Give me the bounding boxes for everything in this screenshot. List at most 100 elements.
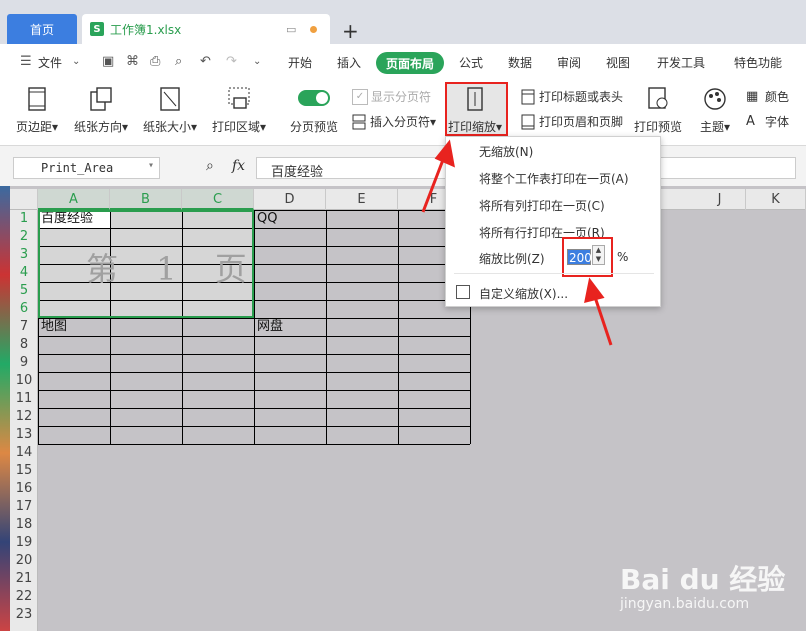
menu-insert[interactable]: 插入 [337,54,361,71]
grid-line [38,390,470,391]
menu-formulas[interactable]: 公式 [459,54,483,71]
row-header[interactable]: 21 [10,570,38,588]
row-header[interactable]: 10 [10,372,38,390]
row-header[interactable]: 5 [10,282,38,300]
column-header-e[interactable]: E [326,189,398,210]
row-header[interactable]: 20 [10,552,38,570]
row-header[interactable]: 23 [10,606,38,624]
select-all-corner[interactable] [10,189,38,210]
print-titles-button[interactable]: 打印标题或表头 [520,88,623,105]
show-page-breaks-label: 显示分页符 [371,90,432,104]
row-header[interactable]: 3 [10,246,38,264]
print-preview-button[interactable]: 打印预览 [634,86,682,135]
name-box[interactable]: Print_Area ▾ [13,157,160,179]
paper-size-chevron-icon: ▾ [191,120,198,134]
spin-down-icon[interactable]: ▼ [596,255,601,263]
tab-workbook[interactable]: S 工作簿1.xlsx ▭ [82,14,330,44]
margins-button[interactable]: 页边距▾ [16,86,58,135]
row-header[interactable]: 15 [10,462,38,480]
row-header[interactable]: 4 [10,264,38,282]
cell-d1[interactable]: QQ [254,210,277,228]
tab-home[interactable]: 首页 [7,14,77,44]
row-header[interactable]: 1 [10,210,38,228]
toggle-on-icon [298,90,330,106]
colors-button[interactable]: ▦ 颜色 [746,88,789,105]
scale-input[interactable]: 200 [567,249,592,265]
spin-up-icon[interactable]: ▲ [596,246,601,254]
menu-item-no-scaling[interactable]: 无缩放(N) [479,143,533,160]
insert-page-break-button[interactable]: 插入分页符 ▾ [351,113,436,130]
scale-spinner[interactable]: ▲ ▼ [592,245,605,265]
format-painter-icon[interactable]: ⌘ [126,54,139,69]
new-tab-button[interactable]: + [342,16,359,46]
paper-size-button[interactable]: 纸张大小▾ [143,86,197,135]
row-header[interactable]: 9 [10,354,38,372]
menu-special[interactable]: 特色功能 [734,54,782,71]
paper-size-label: 纸张大小 [143,120,192,134]
customize-chevron-icon[interactable]: ⌄ [253,56,261,67]
grid-line [38,408,470,409]
page-number-watermark: 第 1 页 [86,250,261,288]
undo-icon[interactable]: ↶ [200,54,211,69]
column-header-c[interactable]: C [182,189,254,210]
header-footer-button[interactable]: 打印页眉和页脚 [520,113,623,130]
cell-d7[interactable]: 网盘 [254,318,283,336]
zoom-icon[interactable]: ⌕ [206,158,214,174]
row-header[interactable]: 12 [10,408,38,426]
row-header[interactable]: 13 [10,426,38,444]
menu-item-fit-sheet[interactable]: 将整个工作表打印在一页(A) [479,170,629,187]
orientation-button[interactable]: 纸张方向▾ [74,86,128,135]
unsaved-dot-icon [310,25,317,33]
margins-chevron-icon: ▾ [52,120,59,134]
hamburger-icon[interactable]: ☰ [20,54,32,69]
menu-developer[interactable]: 开发工具 [657,54,705,71]
menu-view[interactable]: 视图 [606,54,630,71]
menu-item-fit-columns[interactable]: 将所有列打印在一页(C) [479,197,605,214]
row-header[interactable]: 8 [10,336,38,354]
column-header-d[interactable]: D [254,189,326,210]
page-break-preview-button[interactable]: 分页预览 [290,86,338,135]
cell-a7[interactable]: 地图 [38,318,67,336]
menu-start[interactable]: 开始 [288,54,312,71]
menu-item-custom-scale[interactable]: 自定义缩放(X)... [479,285,568,302]
show-page-breaks-checkbox[interactable]: ✓ 显示分页符 [352,88,431,105]
name-box-value: Print_Area [41,161,114,175]
print-titles-icon [521,89,535,104]
row-header[interactable]: 18 [10,516,38,534]
row-header[interactable]: 22 [10,588,38,606]
theme-button[interactable]: 主题▾ [700,86,730,135]
row-header[interactable]: 16 [10,480,38,498]
column-header-a[interactable]: A [38,189,110,210]
row-header[interactable]: 7 [10,318,38,336]
grid-line [38,336,470,337]
print-icon[interactable]: ⎙ [150,54,160,69]
row-header[interactable]: 6 [10,300,38,318]
row-header[interactable]: 14 [10,444,38,462]
row-header[interactable]: 2 [10,228,38,246]
save-icon[interactable]: ▣ [102,54,114,69]
column-header-k[interactable]: K [746,189,806,210]
font-icon: A [746,113,755,129]
column-header-j[interactable]: J [694,189,746,210]
print-titles-label: 打印标题或表头 [539,90,624,104]
menu-review[interactable]: 审阅 [557,54,581,71]
row-header[interactable]: 19 [10,534,38,552]
theme-label: 主题 [700,120,725,134]
chevron-down-icon[interactable]: ⌄ [72,56,80,67]
file-menu[interactable]: 文件 [38,54,62,71]
chevron-down-icon[interactable]: ▾ [148,160,154,171]
print-preview-icon[interactable]: ⌕ [175,54,182,69]
grid-line [38,444,470,445]
desktop-background-strip [0,186,10,631]
menu-data[interactable]: 数据 [508,54,532,71]
redo-icon[interactable]: ↷ [226,54,237,69]
fx-icon[interactable]: fx [232,158,245,174]
print-area-button[interactable]: 打印区域▾ [212,86,266,135]
column-header-b[interactable]: B [110,189,182,210]
menu-page-layout[interactable]: 页面布局 [376,52,444,74]
fonts-button[interactable]: A 字体 [746,113,789,130]
row-header[interactable]: 17 [10,498,38,516]
window-icon[interactable]: ▭ [286,23,296,36]
print-scale-button[interactable]: 打印缩放▾ [448,86,502,135]
row-header[interactable]: 11 [10,390,38,408]
